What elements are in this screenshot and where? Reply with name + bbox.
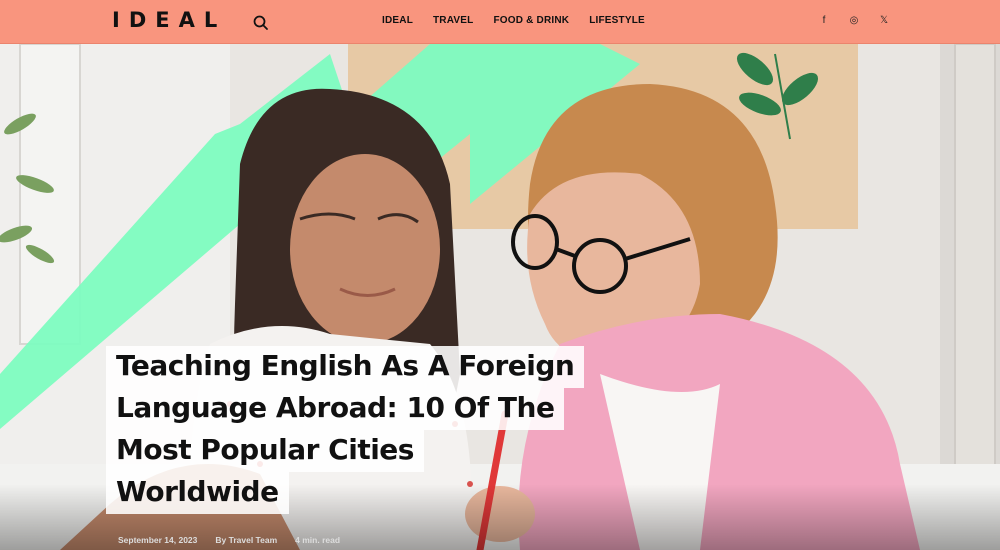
- main-nav: IDEAL TRAVEL FOOD & DRINK LIFESTYLE: [382, 15, 645, 26]
- social-links: f ◎ 𝕏: [818, 14, 890, 28]
- article-date: September 14, 2023: [118, 535, 198, 545]
- nav-item-food-drink[interactable]: FOOD & DRINK: [493, 15, 569, 26]
- title-line: Worldwide: [106, 472, 289, 514]
- nav-item-travel[interactable]: TRAVEL: [433, 15, 473, 26]
- site-logo[interactable]: IDEAL: [112, 8, 226, 32]
- article-author[interactable]: By Travel Team: [215, 535, 277, 545]
- article-title[interactable]: Teaching English As A Foreign Language A…: [106, 346, 636, 514]
- search-icon[interactable]: [252, 14, 270, 32]
- nav-item-lifestyle[interactable]: LIFESTYLE: [589, 15, 645, 26]
- nav-item-ideal[interactable]: IDEAL: [382, 15, 413, 26]
- title-line: Most Popular Cities: [106, 430, 424, 472]
- hero-image[interactable]: Teaching English As A Foreign Language A…: [0, 44, 1000, 550]
- title-line: Teaching English As A Foreign: [106, 346, 585, 388]
- facebook-icon[interactable]: f: [818, 14, 830, 28]
- title-line: Language Abroad: 10 Of The: [106, 388, 565, 430]
- site-header: IDEAL IDEAL TRAVEL FOOD & DRINK LIFESTYL…: [0, 0, 1000, 44]
- x-icon[interactable]: 𝕏: [878, 14, 890, 28]
- article-read-time: 4 min. read: [295, 535, 341, 545]
- instagram-icon[interactable]: ◎: [848, 14, 860, 28]
- article-meta: September 14, 2023 By Travel Team 4 min.…: [118, 535, 340, 545]
